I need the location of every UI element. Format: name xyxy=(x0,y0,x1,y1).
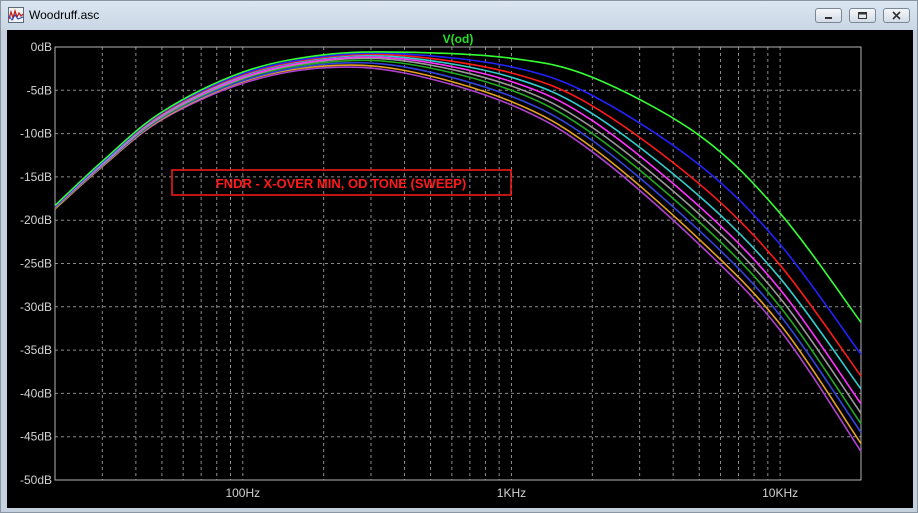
x-tick-label: 10KHz xyxy=(762,486,798,500)
close-icon xyxy=(892,11,901,20)
y-tick-label: -5dB xyxy=(27,83,52,97)
close-button[interactable] xyxy=(883,8,910,23)
minimize-icon xyxy=(825,17,832,19)
minimize-button[interactable] xyxy=(815,8,842,23)
plot-pane[interactable]: 0dB -5dB -10dB -15dB -20dB -25dB -30dB -35dB -40… xyxy=(7,30,913,508)
restore-button[interactable] xyxy=(849,8,876,23)
title-bar[interactable]: Woodruff.asc xyxy=(1,1,917,30)
y-tick-label: -35dB xyxy=(20,343,52,357)
series-line xyxy=(54,64,862,445)
waveform-app-icon xyxy=(8,7,24,23)
y-tick-label: -20dB xyxy=(20,213,52,227)
y-tick-label: -30dB xyxy=(20,300,52,314)
y-tick-label: -10dB xyxy=(20,127,52,141)
restore-icon xyxy=(858,12,867,19)
series-line xyxy=(54,59,862,425)
y-tick-label: -25dB xyxy=(20,257,52,271)
window-title: Woodruff.asc xyxy=(29,8,100,22)
y-tick-label: -45dB xyxy=(20,430,52,444)
y-tick-label: -15dB xyxy=(20,170,52,184)
waveform-window: Woodruff.asc 0dB -5dB -10dB -15dB -20dB -25dB… xyxy=(0,0,918,513)
y-tick-label: -40dB xyxy=(20,386,52,400)
series-line xyxy=(54,61,862,433)
series-line xyxy=(54,52,862,355)
trace-label: V(od) xyxy=(443,32,474,46)
x-tick-label: 100Hz xyxy=(225,486,260,500)
bode-plot[interactable]: 0dB -5dB -10dB -15dB -20dB -25dB -30dB -35dB -40… xyxy=(7,30,913,508)
annotation-text: FNDR - X-OVER MIN, OD TONE (SWEEP) xyxy=(216,176,466,191)
x-tick-label: 1KHz xyxy=(497,486,526,500)
y-tick-label: 0dB xyxy=(31,40,52,54)
y-tick-label: -50dB xyxy=(20,473,52,487)
